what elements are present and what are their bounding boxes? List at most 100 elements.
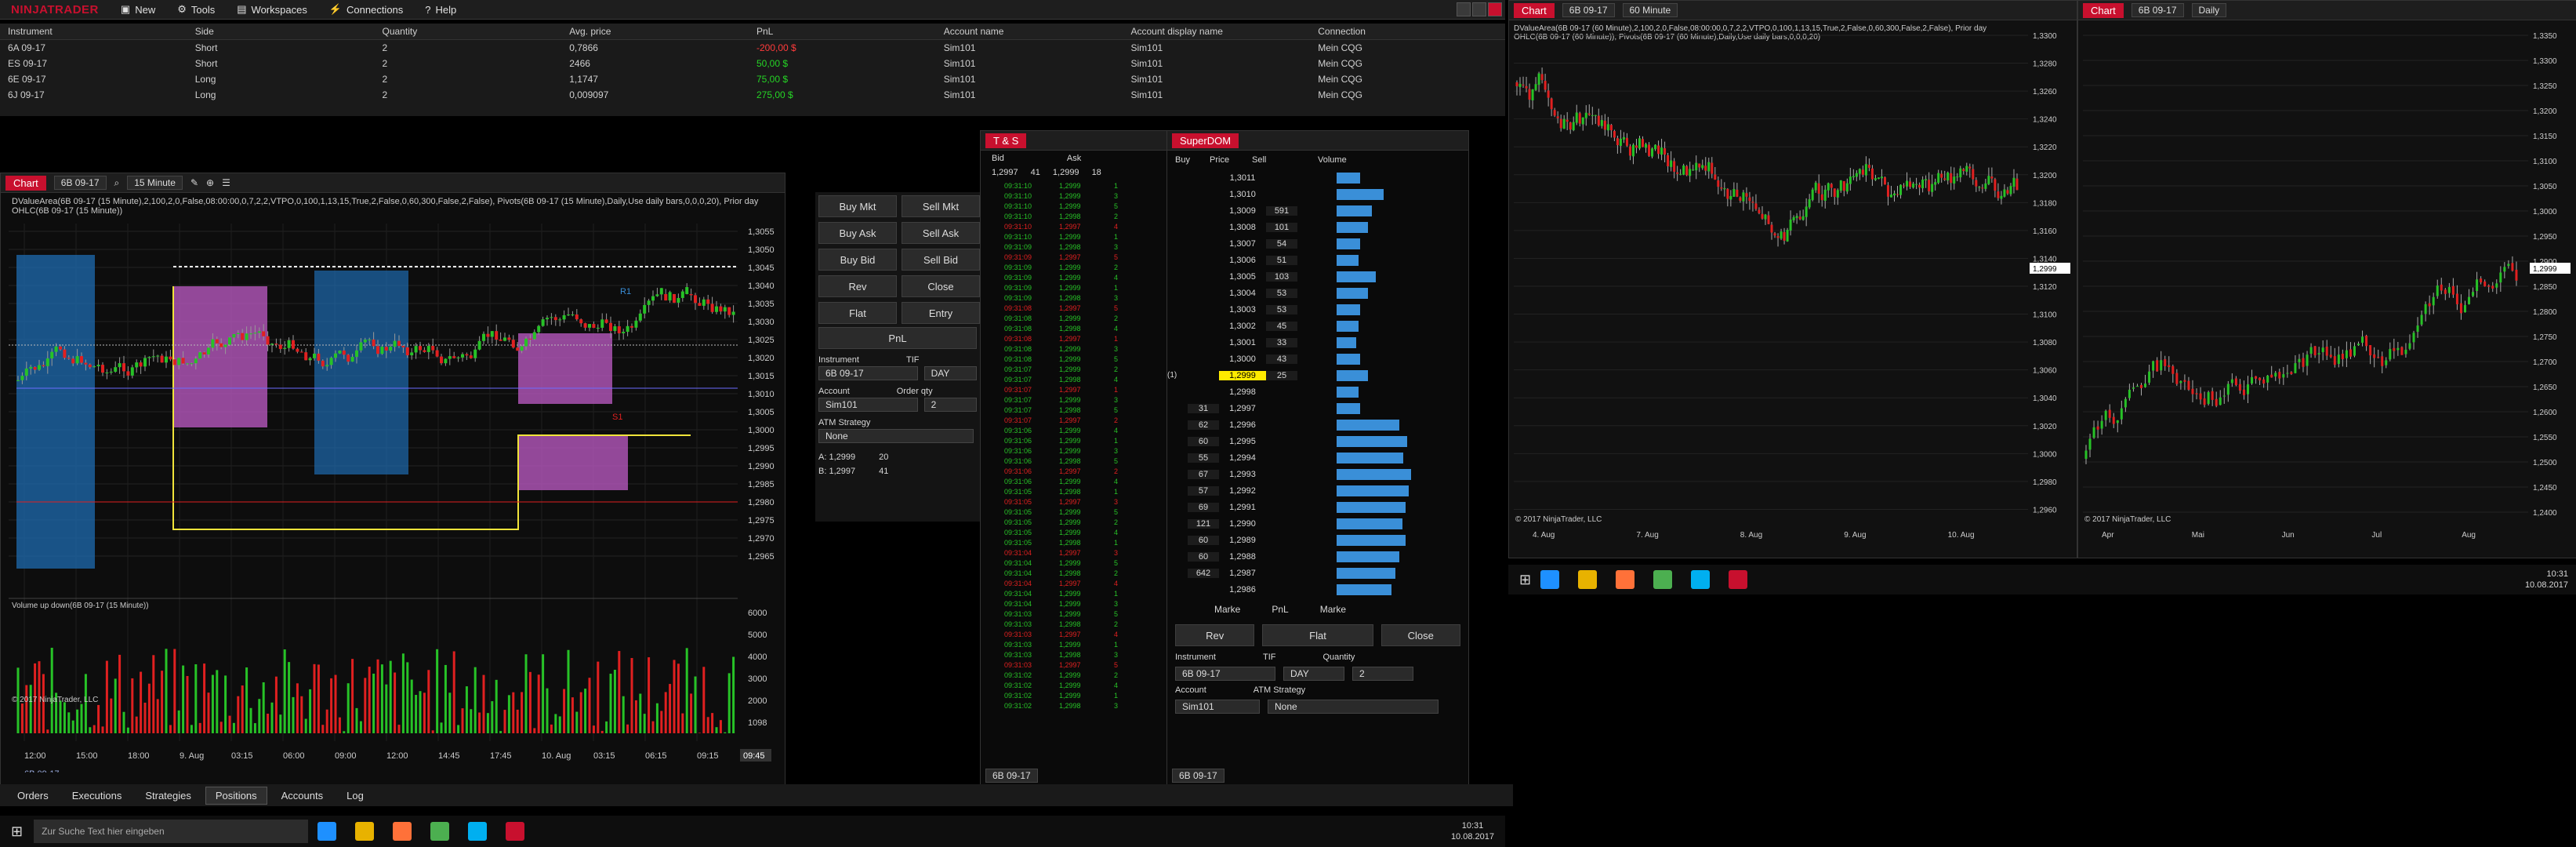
- tab-strategies[interactable]: Strategies: [136, 787, 201, 804]
- positions-row[interactable]: 6E 09-17 Long 2 1,1747 75,00 $ Sim101 Sim101 Me…: [0, 71, 1505, 87]
- dom-sell-cell[interactable]: 591: [1266, 205, 1297, 216]
- tif-select[interactable]: DAY: [923, 366, 977, 380]
- tab-log[interactable]: Log: [337, 787, 373, 804]
- dom-sell-cell[interactable]: 25: [1266, 370, 1297, 380]
- dom-row[interactable]: 1,3002 45: [1167, 318, 1468, 334]
- dom-row[interactable]: 1,3000 43: [1167, 351, 1468, 367]
- col-side[interactable]: Side: [195, 26, 383, 37]
- chart60-canvas[interactable]: 1,3300 1,3280 1,3260 1,3240 1,3220 1,3200 1,31…: [1509, 20, 2075, 556]
- firefox-icon[interactable]: [393, 822, 412, 841]
- draw-icon[interactable]: ✎: [190, 177, 198, 188]
- chrome-icon-right[interactable]: [1653, 570, 1673, 589]
- chart60-instrument[interactable]: 6B 09-17: [1562, 3, 1615, 17]
- search-box[interactable]: Zur Suche Text hier eingeben: [34, 820, 309, 843]
- dom-row[interactable]: 1,3010: [1167, 186, 1468, 202]
- positions-row[interactable]: 6A 09-17 Short 2 0,7866 -200,00 $ Sim101 Sim10…: [0, 40, 1505, 56]
- dom-buy-cell[interactable]: 60: [1188, 551, 1219, 562]
- chart60-interval[interactable]: 60 Minute: [1622, 3, 1678, 17]
- dom-row[interactable]: 1,3003 53: [1167, 301, 1468, 318]
- col-instrument[interactable]: Instrument: [0, 26, 195, 37]
- dom-row[interactable]: 60 1,2995: [1167, 433, 1468, 449]
- clock-time-right[interactable]: 10:31: [2525, 569, 2568, 580]
- chartd-interval[interactable]: Daily: [2191, 3, 2227, 17]
- buy-ask-button[interactable]: Buy Ask: [818, 222, 897, 244]
- menu-workspaces[interactable]: ▤ Workspaces: [226, 3, 318, 16]
- dom-buy-cell[interactable]: 55: [1188, 453, 1219, 463]
- clock-date[interactable]: 10.08.2017: [1451, 831, 1494, 842]
- dom-row[interactable]: 55 1,2994: [1167, 449, 1468, 466]
- dom-buy-cell[interactable]: 57: [1188, 485, 1219, 496]
- positions-row[interactable]: 6J 09-17 Long 2 0,009097 275,00 $ Sim101 Sim10…: [0, 87, 1505, 103]
- dom-row[interactable]: 62 1,2996: [1167, 416, 1468, 433]
- minimize-button[interactable]: [1457, 2, 1471, 16]
- dom-atm-select[interactable]: None: [1268, 700, 1439, 714]
- tab-orders[interactable]: Orders: [8, 787, 58, 804]
- buy-mkt-button[interactable]: Buy Mkt: [818, 195, 897, 217]
- dom-buy-cell[interactable]: 642: [1188, 568, 1219, 578]
- edge-icon-right[interactable]: [1540, 570, 1560, 589]
- dom-buy-cell[interactable]: 60: [1188, 436, 1219, 446]
- qty-stepper[interactable]: 2: [923, 398, 977, 412]
- dom-row[interactable]: 1,3001 33: [1167, 334, 1468, 351]
- dom-row[interactable]: 1,3008 101: [1167, 219, 1468, 235]
- tab-positions[interactable]: Positions: [205, 786, 267, 805]
- dom-qty-stepper[interactable]: 2: [1352, 667, 1413, 681]
- sell-bid-button[interactable]: Sell Bid: [902, 249, 980, 271]
- close-position-button[interactable]: Close: [902, 275, 980, 297]
- dom-row[interactable]: 121 1,2990: [1167, 515, 1468, 532]
- col-quantity[interactable]: Quantity: [383, 26, 570, 37]
- windows-icon[interactable]: ⊞: [11, 823, 23, 840]
- ninjatrader-icon-right[interactable]: [1729, 570, 1748, 589]
- explorer-icon-right[interactable]: [1578, 570, 1598, 589]
- chrome-icon[interactable]: [430, 822, 450, 841]
- dom-row[interactable]: 60 1,2989: [1167, 532, 1468, 548]
- windows-icon-right[interactable]: ⊞: [1519, 572, 1531, 588]
- dom-row[interactable]: 31 1,2997: [1167, 400, 1468, 416]
- clock-date-right[interactable]: 10.08.2017: [2525, 580, 2568, 591]
- dom-row[interactable]: 1,3007 54: [1167, 235, 1468, 252]
- dom-buy-cell[interactable]: 67: [1188, 469, 1219, 479]
- entry-button[interactable]: Entry: [902, 302, 980, 324]
- col-account-name[interactable]: Account name: [944, 26, 1131, 37]
- dom-row[interactable]: 60 1,2988: [1167, 548, 1468, 565]
- dom-sell-cell[interactable]: 53: [1266, 304, 1297, 314]
- dom-row[interactable]: 69 1,2991: [1167, 499, 1468, 515]
- chartd-instrument[interactable]: 6B 09-17: [2131, 3, 2184, 17]
- dom-buy-cell[interactable]: 69: [1188, 502, 1219, 512]
- flat-button[interactable]: Flat: [818, 302, 897, 324]
- menu-connections[interactable]: ⚡ Connections: [318, 3, 414, 16]
- dom-buy-cell[interactable]: 31: [1188, 403, 1219, 413]
- ts-list[interactable]: 09:31:10 1,2999 1 09:31:10 1,2999 3 09:31:10 1,…: [981, 179, 1167, 712]
- dom-ladder[interactable]: 1,3011 1,3010 1,3009 591 1,3008 101 1,3007 54 1,…: [1167, 169, 1468, 598]
- dom-sell-cell[interactable]: 45: [1266, 321, 1297, 331]
- dom-market-sell[interactable]: Marke: [1320, 604, 1346, 615]
- account-select[interactable]: Sim101: [818, 398, 918, 412]
- close-button[interactable]: [1488, 2, 1502, 16]
- dom-market-buy[interactable]: Marke: [1214, 604, 1240, 615]
- dom-row[interactable]: 1,3009 591: [1167, 202, 1468, 219]
- dom-row[interactable]: 1,3004 53: [1167, 285, 1468, 301]
- dom-sell-cell[interactable]: 51: [1266, 255, 1297, 265]
- dom-row[interactable]: 1,3005 103: [1167, 268, 1468, 285]
- dom-buy-cell[interactable]: 60: [1188, 535, 1219, 545]
- dom-sell-cell[interactable]: 103: [1266, 271, 1297, 282]
- menu-tools[interactable]: ⚙ Tools: [166, 3, 226, 16]
- dom-buy-cell[interactable]: 121: [1188, 518, 1219, 529]
- dom-instrument-select[interactable]: 6B 09-17: [1175, 667, 1275, 681]
- dom-row[interactable]: (1) 1,2999 25: [1167, 367, 1468, 384]
- instrument-selector[interactable]: 6B 09-17: [53, 176, 107, 190]
- rev-button[interactable]: Rev: [818, 275, 897, 297]
- positions-row[interactable]: ES 09-17 Short 2 2466 50,00 $ Sim101 Sim101 Mei…: [0, 56, 1505, 71]
- properties-icon[interactable]: ☰: [222, 177, 230, 188]
- dom-flat-button[interactable]: Flat: [1262, 624, 1373, 646]
- menu-help[interactable]: ? Help: [414, 4, 467, 16]
- ts-tab[interactable]: 6B 09-17: [985, 769, 1038, 783]
- dom-sell-cell[interactable]: 53: [1266, 288, 1297, 298]
- dom-rev-button[interactable]: Rev: [1175, 624, 1255, 646]
- buy-bid-button[interactable]: Buy Bid: [818, 249, 897, 271]
- col-pnl[interactable]: PnL: [756, 26, 944, 37]
- interval-selector[interactable]: 15 Minute: [127, 176, 183, 190]
- dom-sell-cell[interactable]: 43: [1266, 354, 1297, 364]
- sell-mkt-button[interactable]: Sell Mkt: [902, 195, 980, 217]
- dom-sell-cell[interactable]: 54: [1266, 238, 1297, 249]
